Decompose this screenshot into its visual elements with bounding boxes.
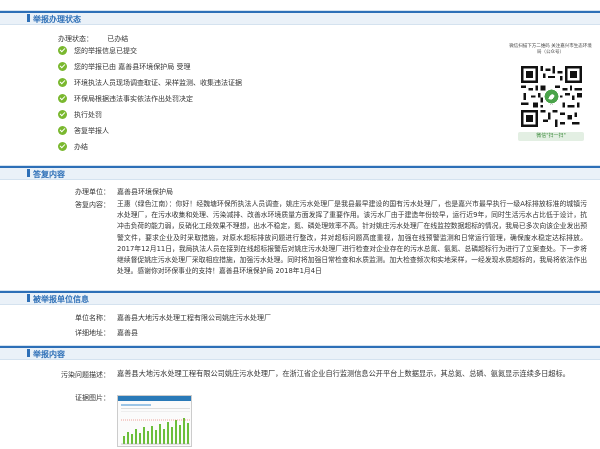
section-header-reply: 答复内容 — [0, 165, 600, 180]
reply-unit-label: 办理单位： — [75, 188, 110, 196]
check-circle-icon — [58, 62, 67, 71]
header-marker — [27, 14, 30, 22]
reported-unit-label: 单位名称： — [75, 314, 110, 322]
reported-addr-value: 嘉善县 — [117, 329, 138, 337]
section-header-reported: 被举报单位信息 — [0, 290, 600, 305]
reported-unit-value: 嘉善县大地污水处理工程有限公司姚庄污水处理厂 — [117, 314, 271, 322]
step-text: 环境执法人员现场调查取证、采样监测、收集违法证据 — [74, 79, 242, 87]
step-text: 环保局根据违法事实依法作出处罚决定 — [74, 95, 193, 103]
status-label: 办理状态： — [58, 35, 93, 43]
reply-content-value: 王惠（绿色江南）：你好！经魏塘环保所执法人员调查，姚庄污水处理厂是我县最早建设的… — [117, 200, 587, 276]
section-title-reply: 答复内容 — [33, 170, 65, 179]
step-text: 办结 — [74, 143, 88, 151]
step-text: 答复举报人 — [74, 127, 109, 135]
report-desc-value: 嘉善县大地污水处理工程有限公司姚庄污水处理厂，在浙江省企业自行监测信息公开平台上… — [117, 369, 570, 378]
step-text: 您的举报已由 嘉善县环境保护局 受理 — [74, 63, 191, 71]
check-circle-icon — [58, 126, 67, 135]
check-circle-icon — [58, 94, 67, 103]
evidence-image-icon — [118, 396, 191, 446]
qr-panel: 微信扫描下方二维码 关注嘉兴市生态环境局（公众号） 微信"扫一扫" — [508, 44, 593, 141]
header-accent-bar — [0, 346, 600, 348]
header-accent-bar — [0, 11, 600, 13]
check-circle-icon — [58, 46, 67, 55]
header-marker — [27, 169, 30, 177]
report-desc-label: 污染问题描述： — [61, 371, 110, 379]
section-header-status: 举报办理状态 — [0, 10, 600, 25]
check-circle-icon — [58, 78, 67, 87]
qr-footer: 微信"扫一扫" — [518, 132, 584, 141]
reported-addr-label: 详细地址： — [75, 329, 110, 337]
evidence-image-thumbnail[interactable] — [117, 395, 192, 447]
section-header-report: 举报内容 — [0, 345, 600, 360]
section-title-status: 举报办理状态 — [33, 15, 81, 24]
section-title-report: 举报内容 — [33, 350, 65, 359]
status-value: 已办结 — [107, 35, 129, 43]
header-accent-bar — [0, 166, 600, 168]
qr-caption: 微信扫描下方二维码 关注嘉兴市生态环境局（公众号） — [509, 44, 592, 55]
step-text: 您的举报信息已提交 — [74, 47, 137, 55]
check-circle-icon — [58, 142, 67, 151]
check-circle-icon — [58, 110, 67, 119]
qr-code-icon[interactable] — [521, 66, 582, 127]
report-photo-label: 证据图片： — [75, 394, 110, 402]
header-marker — [27, 349, 30, 357]
status-row: 办理状态： 已办结 — [58, 34, 128, 44]
reply-unit-value: 嘉善县环境保护局 — [117, 188, 173, 196]
reply-content-label: 答复内容： — [75, 201, 110, 209]
step-text: 执行处罚 — [74, 111, 102, 119]
header-marker — [27, 294, 30, 302]
header-accent-bar — [0, 291, 600, 293]
section-title-reported: 被举报单位信息 — [33, 295, 89, 304]
